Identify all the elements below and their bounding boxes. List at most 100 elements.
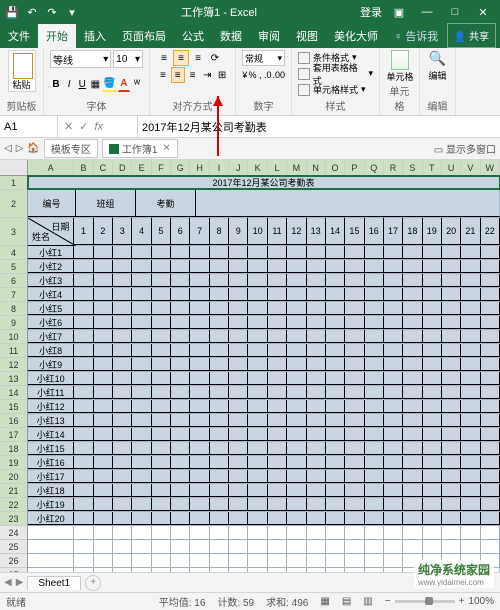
tab-layout[interactable]: 页面布局 [114, 24, 174, 48]
col-header-M[interactable]: M [287, 160, 306, 175]
view-break-icon[interactable]: ▥ [363, 596, 372, 607]
name-cell[interactable]: 小红2 [28, 260, 74, 273]
zoom-slider[interactable] [395, 600, 455, 603]
cell-style-button[interactable]: 单元格样式 ▾ [298, 82, 373, 97]
cells-button[interactable]: 单元格 [386, 50, 414, 83]
name-box[interactable]: A1 [0, 116, 58, 137]
row-header-23[interactable]: 23 [0, 512, 27, 526]
name-cell[interactable]: 小红15 [28, 442, 74, 455]
name-cell[interactable]: 小红7 [28, 330, 74, 343]
indent-icon[interactable]: ⇥ [200, 67, 214, 83]
align-center-icon[interactable]: ≡ [171, 67, 185, 83]
col-header-Q[interactable]: Q [365, 160, 384, 175]
accept-formula-icon[interactable]: ✓ [79, 120, 88, 133]
sheet-nav-prev-icon[interactable]: ◀ [4, 577, 12, 588]
phonetic-button[interactable]: ᵂ [131, 76, 143, 92]
view-layout-icon[interactable]: ▤ [342, 596, 351, 607]
formula-input[interactable]: 2017年12月某公司考勤表 [138, 119, 500, 135]
col-header-K[interactable]: K [248, 160, 267, 175]
login-label[interactable]: 登录 [358, 4, 384, 20]
align-left-icon[interactable]: ≡ [156, 67, 170, 83]
row-header-10[interactable]: 10 [0, 330, 27, 344]
merge-icon[interactable]: ⊞ [215, 67, 229, 83]
template-tab[interactable]: 模板专区 [44, 139, 98, 158]
col-header-A[interactable]: A [28, 160, 74, 175]
name-cell[interactable]: 小红18 [28, 484, 74, 497]
row-header-5[interactable]: 5 [0, 260, 27, 274]
orientation-icon[interactable]: ⟳ [207, 50, 223, 66]
font-family-select[interactable]: 等线▾ [50, 50, 111, 68]
tab-view[interactable]: 视图 [288, 24, 326, 48]
multi-window[interactable]: ▭ 显示多窗口 [434, 141, 496, 156]
name-cell[interactable]: 小红13 [28, 414, 74, 427]
fill-color-button[interactable]: 🪣 [102, 76, 116, 92]
col-header-I[interactable]: I [210, 160, 229, 175]
row-header-2[interactable]: 2 [0, 190, 27, 218]
col-header-D[interactable]: D [113, 160, 132, 175]
col-header-U[interactable]: U [442, 160, 461, 175]
row-header-19[interactable]: 19 [0, 456, 27, 470]
italic-button[interactable]: I [63, 76, 75, 92]
col-header-S[interactable]: S [403, 160, 422, 175]
col-header-B[interactable]: B [74, 160, 93, 175]
column-headers[interactable]: ABCDEFGHIJKLMNOPQRSTUVW [28, 160, 500, 176]
zoom-out-icon[interactable]: − [385, 596, 391, 607]
select-all-corner[interactable] [0, 160, 28, 176]
view-normal-icon[interactable]: ▦ [320, 596, 329, 607]
name-cell[interactable]: 小红10 [28, 372, 74, 385]
col-header-T[interactable]: T [423, 160, 442, 175]
dec-dec-icon[interactable]: .00 [272, 68, 285, 82]
close-icon[interactable]: ✕ [470, 6, 496, 19]
col-header-E[interactable]: E [132, 160, 151, 175]
cancel-formula-icon[interactable]: ✕ [64, 120, 73, 133]
tab-data[interactable]: 数据 [212, 24, 250, 48]
tab-formula[interactable]: 公式 [174, 24, 212, 48]
row-header-3[interactable]: 3 [0, 218, 27, 246]
tab-beautify[interactable]: 美化大师 [326, 24, 386, 48]
font-color-button[interactable]: A [118, 76, 130, 92]
row-header-18[interactable]: 18 [0, 442, 27, 456]
maximize-icon[interactable]: □ [442, 6, 468, 18]
spreadsheet-grid[interactable]: ABCDEFGHIJKLMNOPQRSTUVW 1234567891011121… [0, 160, 500, 580]
close-tab-icon[interactable]: ✕ [162, 143, 170, 154]
name-cell[interactable]: 小红14 [28, 428, 74, 441]
name-cell[interactable]: 小红4 [28, 288, 74, 301]
align-bottom-icon[interactable]: ≡ [190, 50, 206, 66]
cells-area[interactable]: 2017年12月某公司考勤表编号班组考勤日期姓名1234567891011121… [28, 176, 500, 580]
row-header-13[interactable]: 13 [0, 372, 27, 386]
zoom-level[interactable]: 100% [468, 596, 494, 607]
row-header-20[interactable]: 20 [0, 470, 27, 484]
paste-button[interactable] [8, 50, 36, 92]
col-header-C[interactable]: C [94, 160, 113, 175]
name-cell[interactable]: 小红8 [28, 344, 74, 357]
name-cell[interactable]: 小红6 [28, 316, 74, 329]
row-headers[interactable]: 1234567891011121314151617181920212223242… [0, 176, 28, 580]
home-icon[interactable]: 🏠 [27, 143, 39, 154]
col-header-V[interactable]: V [461, 160, 480, 175]
name-cell[interactable]: 小红11 [28, 386, 74, 399]
name-cell[interactable]: 小红1 [28, 246, 74, 259]
name-cell[interactable]: 小红9 [28, 358, 74, 371]
align-middle-icon[interactable]: ≡ [173, 50, 189, 66]
row-header-11[interactable]: 11 [0, 344, 27, 358]
row-header-14[interactable]: 14 [0, 386, 27, 400]
row-header-12[interactable]: 12 [0, 358, 27, 372]
qat-more-icon[interactable]: ▾ [64, 4, 80, 20]
number-format-select[interactable]: 常规▾ [242, 50, 285, 66]
align-right-icon[interactable]: ≡ [186, 67, 200, 83]
row-header-9[interactable]: 9 [0, 316, 27, 330]
name-cell[interactable]: 小红16 [28, 456, 74, 469]
currency-icon[interactable]: ¥ [242, 68, 247, 82]
row-header-16[interactable]: 16 [0, 414, 27, 428]
col-header-L[interactable]: L [268, 160, 287, 175]
row-header-1[interactable]: 1 [0, 176, 27, 190]
border-button[interactable]: ▦ [89, 76, 101, 92]
row-header-17[interactable]: 17 [0, 428, 27, 442]
nav-back-icon[interactable]: ◁ [4, 143, 12, 154]
col-header-H[interactable]: H [190, 160, 209, 175]
add-sheet-icon[interactable]: + [85, 575, 101, 591]
col-header-R[interactable]: R [384, 160, 403, 175]
minimize-icon[interactable]: — [414, 6, 440, 18]
sheet-tab-1[interactable]: Sheet1 [27, 576, 81, 590]
row-header-4[interactable]: 4 [0, 246, 27, 260]
